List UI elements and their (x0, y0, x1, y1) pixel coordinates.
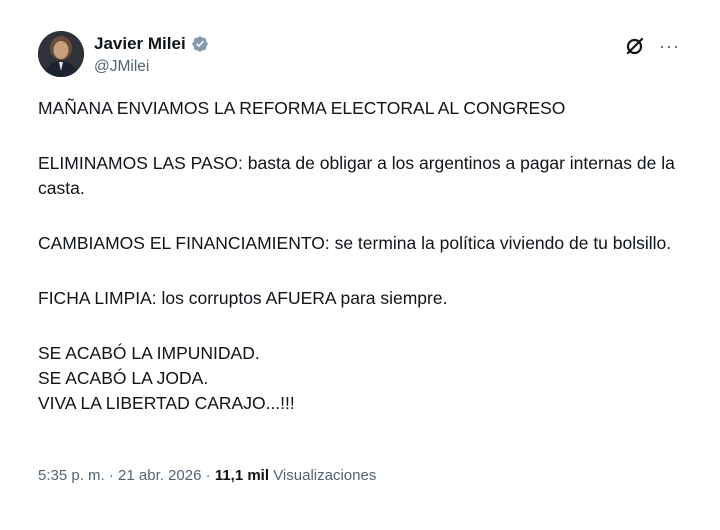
tweet-line: SE ACABÓ LA IMPUNIDAD. (38, 343, 260, 363)
tweet-paragraph: ELIMINAMOS LAS PASO: basta de obligar a … (38, 151, 688, 201)
tweet-line: ELIMINAMOS LAS PASO: basta de obligar a … (38, 153, 675, 198)
tweet-paragraph: SE ACABÓ LA IMPUNIDAD. SE ACABÓ LA JODA.… (38, 341, 688, 416)
tweet-line: SE ACABÓ LA JODA. (38, 368, 209, 388)
views-count: 11,1 mil (214, 467, 270, 484)
tweet-paragraph: MAÑANA ENVIAMOS LA REFORMA ELECTORAL AL … (38, 96, 688, 121)
author-block: Javier Milei @JMilei (94, 33, 209, 76)
tweet-meta: 5:35 p. m. · 21 abr. 2026 · 11,1 mil Vis… (38, 467, 376, 484)
grok-icon[interactable] (625, 36, 645, 56)
tweet-paragraph: FICHA LIMPIA: los corruptos AFUERA para … (38, 286, 688, 311)
tweet-line: VIVA LA LIBERTAD CARAJO...!!! (38, 393, 295, 413)
avatar[interactable] (38, 31, 84, 77)
meta-separator: · (201, 467, 215, 484)
views-label: Visualizaciones (269, 467, 377, 484)
author-handle[interactable]: @JMilei (94, 58, 209, 76)
author-name-row: Javier Milei (94, 33, 209, 55)
tweet-line: FICHA LIMPIA: los corruptos AFUERA para … (38, 288, 448, 308)
tweet-date[interactable]: 21 abr. 2026 (118, 467, 201, 484)
tweet-time[interactable]: 5:35 p. m. (38, 467, 105, 484)
tweet-line: CAMBIAMOS EL FINANCIAMIENTO: se termina … (38, 233, 672, 253)
avatar-image (38, 31, 84, 77)
meta-separator: · (104, 467, 119, 484)
tweet-card: Javier Milei @JMilei ··· MAÑANA ENVIAMOS… (0, 0, 720, 530)
tweet-line: MAÑANA ENVIAMOS LA REFORMA ELECTORAL AL … (38, 98, 566, 118)
author-name[interactable]: Javier Milei (94, 34, 186, 54)
verified-badge-icon (191, 35, 209, 53)
more-icon[interactable]: ··· (659, 36, 680, 56)
tweet-paragraph: CAMBIAMOS EL FINANCIAMIENTO: se termina … (38, 231, 688, 256)
tweet-actions: ··· (625, 36, 680, 56)
tweet-text: MAÑANA ENVIAMOS LA REFORMA ELECTORAL AL … (38, 96, 688, 416)
